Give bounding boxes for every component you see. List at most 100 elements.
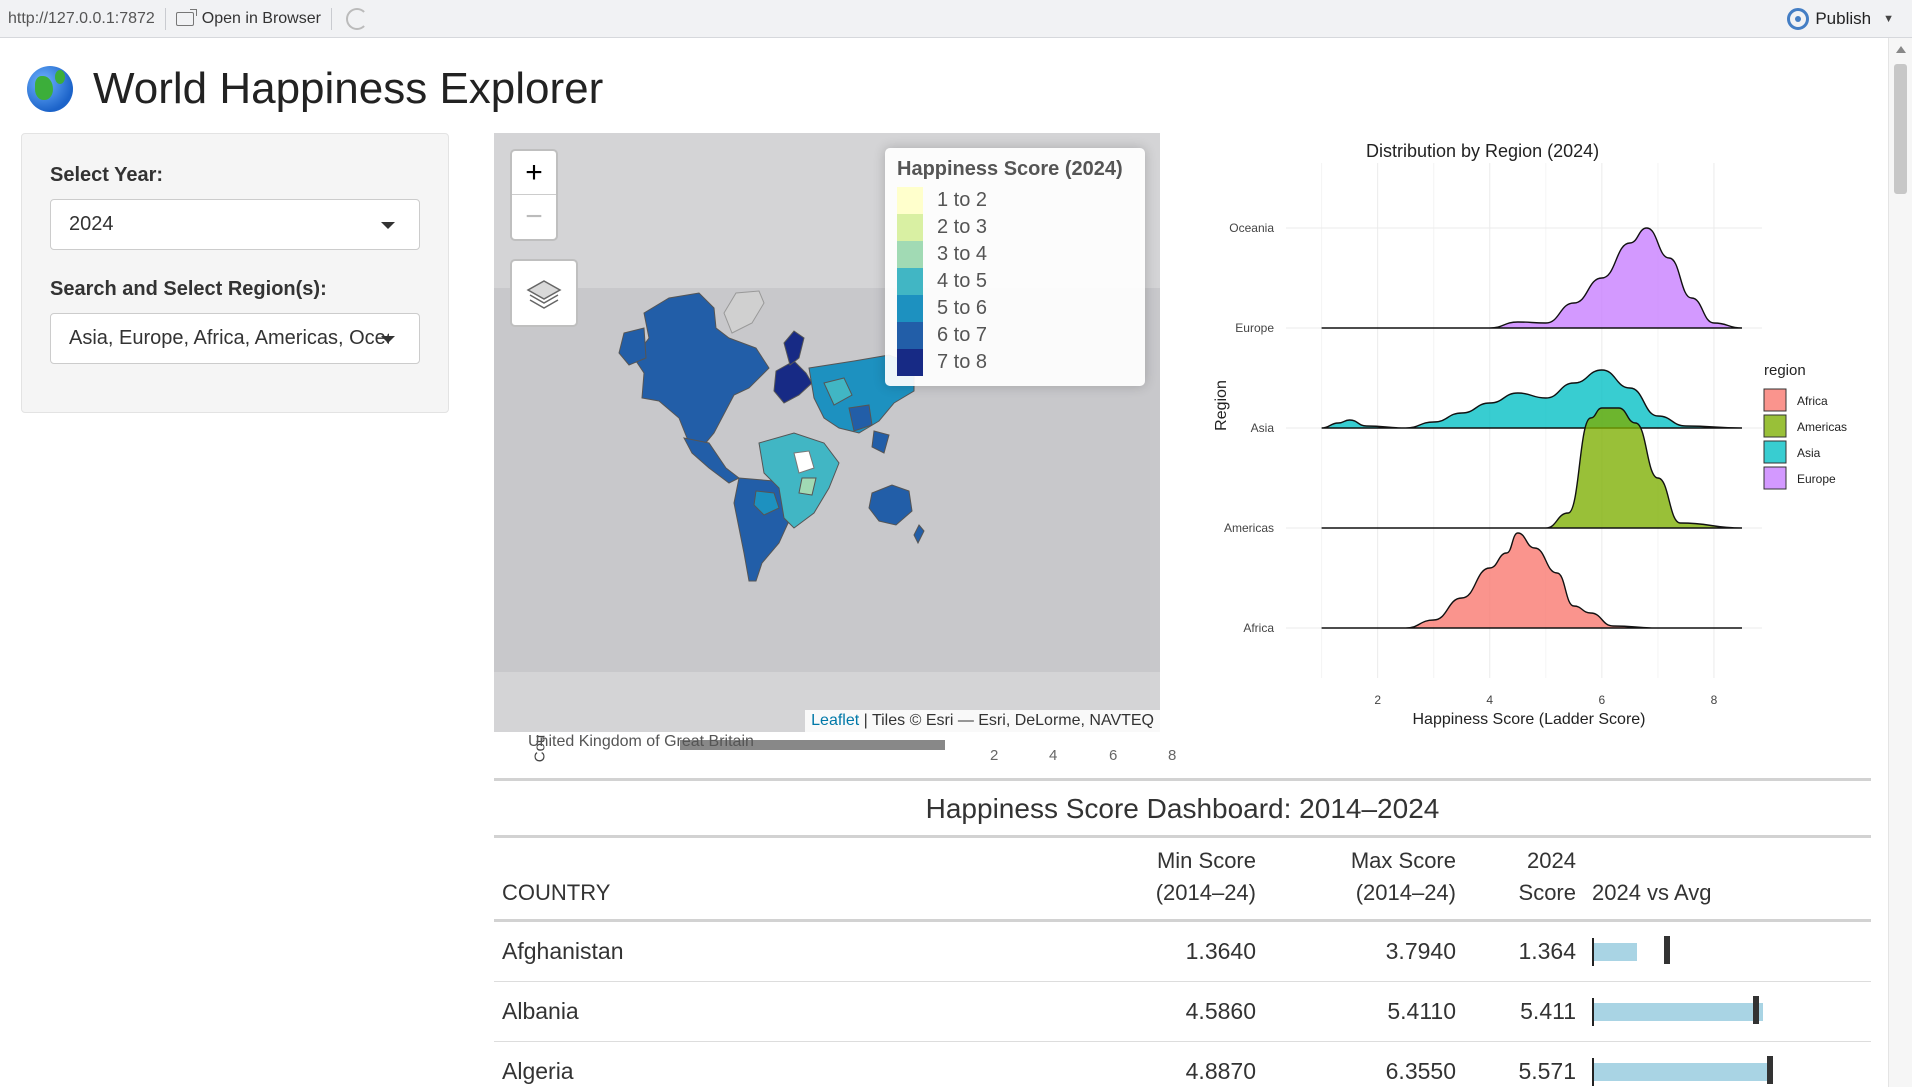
x-tick-label: 6: [1599, 693, 1606, 707]
region-select[interactable]: Asia, Europe, Africa, Americas, Oceania: [50, 313, 420, 364]
cell-max: 5.4110: [1387, 998, 1456, 1024]
page-header: World Happiness Explorer: [27, 64, 603, 114]
legend-label: Asia: [1797, 446, 1821, 460]
legend-swatch: [897, 349, 923, 376]
cell-min: 1.3640: [1185, 938, 1256, 964]
refresh-icon[interactable]: [345, 7, 368, 30]
table-title: Happiness Score Dashboard: 2014–2024: [925, 793, 1440, 824]
cell-country: Albania: [502, 998, 579, 1024]
open-in-browser-label: Open in Browser: [201, 9, 321, 27]
year-select-value: 2024: [69, 213, 114, 235]
world-map[interactable]: + − Happiness Score (2024) 1 to 2 2 to 3 3…: [494, 133, 1160, 732]
legend-label: 6 to 7: [937, 324, 988, 346]
legend-label: 2 to 3: [937, 216, 988, 238]
legend-item: 5 to 6: [897, 295, 1133, 322]
average-marker: [1663, 935, 1670, 964]
y-tick-label: Americas: [1224, 521, 1274, 535]
layers-button[interactable]: [510, 259, 578, 327]
zoom-in-button[interactable]: +: [512, 151, 556, 195]
scrollbar-thumb[interactable]: [1894, 64, 1907, 194]
y-tick-label: Africa: [1243, 621, 1274, 635]
toolbar-divider: [164, 7, 166, 30]
header-score[interactable]: 2024 Score: [1464, 845, 1584, 919]
viewer-toolbar: http://127.0.0.1:7872 Open in Browser Pu…: [0, 0, 1912, 38]
bullet-chart: [1592, 1052, 1862, 1087]
y-tick-label: Asia: [1251, 421, 1275, 435]
x-tick-label: 2: [1374, 693, 1381, 707]
legend-label: Africa: [1797, 394, 1828, 408]
tiles-attribution: | Tiles © Esri — Esri, DeLorme, NAVTEQ: [859, 712, 1154, 729]
table-row: Afghanistan 1.3640 3.7940 1.364: [494, 922, 1871, 982]
sidebar-panel: Select Year: 2024 Search and Select Regi…: [21, 133, 449, 413]
cell-country: Algeria: [502, 1058, 574, 1084]
alaska-shape: [618, 327, 647, 366]
ridge-europe: [1321, 227, 1743, 329]
x-tick-label: 8: [1711, 693, 1718, 707]
toolbar-divider: [330, 7, 332, 30]
cell-vs-avg: [1584, 932, 1871, 972]
page-title: World Happiness Explorer: [93, 64, 604, 113]
legend-swatch: [897, 214, 923, 241]
cell-score: 5.411: [1520, 998, 1576, 1024]
greenland-shape: [723, 290, 765, 334]
bullet-chart: [1592, 992, 1862, 1032]
chevron-down-icon[interactable]: [381, 222, 395, 229]
table-header-row: COUNTRY Min Score (2014–24) Max Score (201…: [494, 838, 1871, 922]
table-row: Albania 4.5860 5.4110 5.411: [494, 982, 1871, 1042]
region-label: Search and Select Region(s):: [50, 278, 327, 300]
legend-swatch: [1763, 440, 1787, 464]
page-scrollbar[interactable]: [1888, 38, 1912, 1087]
legend-swatch: [1763, 414, 1787, 438]
header-country[interactable]: COUNTRY: [494, 877, 1044, 919]
chevron-down-icon[interactable]: [381, 336, 395, 343]
legend-title: region: [1764, 362, 1806, 379]
chart-title: Distribution by Region (2024): [1366, 141, 1599, 161]
legend-swatch: [897, 322, 923, 349]
header-max-score[interactable]: Max Score (2014–24): [1264, 845, 1464, 919]
legend-swatch: [1763, 388, 1787, 412]
legend-swatch: [897, 187, 923, 214]
globe-icon: [27, 66, 73, 112]
header-vs-avg[interactable]: 2024 vs Avg: [1584, 877, 1871, 919]
average-marker: [1752, 995, 1759, 1024]
legend-swatch: [1763, 466, 1787, 490]
legend-label: 5 to 6: [937, 297, 988, 319]
table-row: Algeria 4.8870 6.3550 5.571: [494, 1042, 1871, 1087]
legend-swatch: [897, 295, 923, 322]
cell-max: 3.7940: [1385, 938, 1456, 964]
legend-label: 7 to 8: [937, 351, 988, 373]
year-select[interactable]: 2024: [50, 199, 420, 250]
zoom-out-button[interactable]: −: [512, 195, 556, 239]
cell-vs-avg: [1584, 1052, 1871, 1087]
cell-min: 4.8870: [1185, 1058, 1256, 1084]
zoom-control: + −: [510, 149, 558, 241]
cell-min: 4.5860: [1185, 998, 1256, 1024]
leaflet-link[interactable]: Leaflet: [811, 712, 859, 729]
publish-button[interactable]: Publish ▼: [1787, 8, 1894, 30]
publish-icon: [1787, 8, 1810, 30]
cell-score: 1.364: [1518, 938, 1576, 964]
ridge-asia: [1321, 369, 1743, 429]
scroll-up-icon[interactable]: [1896, 46, 1906, 53]
score-bar: [1594, 1062, 1769, 1081]
legend-label: 3 to 4: [937, 243, 988, 265]
europe-shape: [773, 360, 813, 404]
chevron-down-icon[interactable]: ▼: [1883, 13, 1894, 25]
legend-label: Europe: [1797, 472, 1836, 486]
mexico-shape: [683, 437, 740, 484]
legend-item: 2 to 3: [897, 214, 1133, 241]
australia-shape: [868, 484, 913, 526]
new-zealand-shape: [913, 524, 925, 545]
cell-country: Afghanistan: [502, 938, 624, 964]
layers-icon: [526, 280, 562, 309]
open-in-browser-button[interactable]: Open in Browser: [175, 8, 321, 28]
header-min-score[interactable]: Min Score (2014–24): [1044, 845, 1264, 919]
legend-label: 1 to 2: [937, 189, 988, 211]
y-axis-label: Region: [1213, 380, 1230, 431]
bullet-chart: [1592, 932, 1862, 972]
legend-item: 3 to 4: [897, 241, 1133, 268]
legend-item: 7 to 8: [897, 349, 1133, 376]
southeast-asia-shape: [871, 430, 890, 454]
region-distribution-chart: Distribution by Region (2024) Africa Ameri…: [1213, 141, 1847, 728]
overflow-tick: 6: [1109, 747, 1118, 764]
